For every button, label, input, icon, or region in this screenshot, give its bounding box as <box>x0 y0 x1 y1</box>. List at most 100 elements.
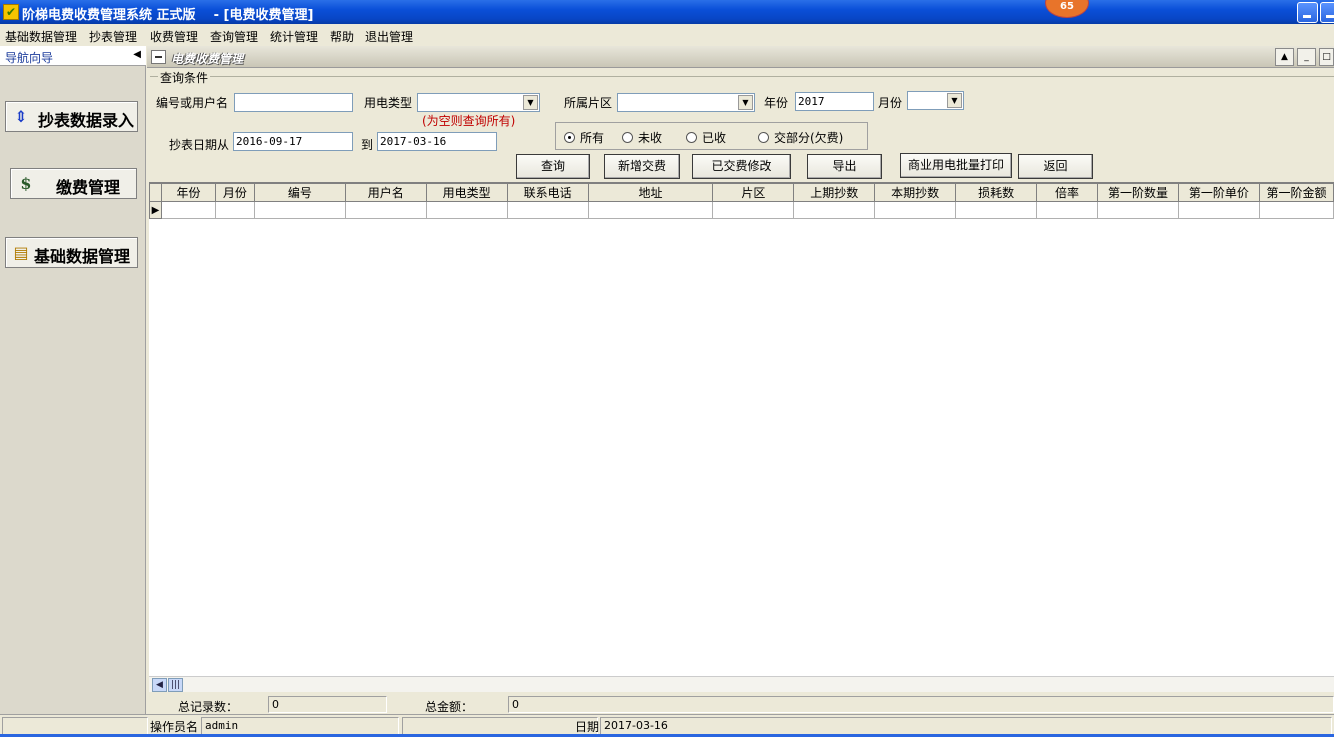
charge-data-grid[interactable]: 年份 月份 编号 用户名 用电类型 联系电话 地址 片区 上期抄数 本期抄数 损… <box>149 182 1334 678</box>
column-header[interactable]: 倍率 <box>1036 183 1098 202</box>
menu-exit[interactable]: 退出管理 <box>365 28 413 45</box>
grid-cell[interactable] <box>793 201 876 219</box>
radio-dot <box>758 132 769 143</box>
column-header[interactable]: 损耗数 <box>955 183 1038 202</box>
table-row[interactable]: ▶ <box>149 201 1334 219</box>
grid-cell[interactable] <box>587 201 714 219</box>
nav-item-label: 基础数据管理 <box>34 247 131 266</box>
menu-meter-reading[interactable]: 抄表管理 <box>89 28 137 45</box>
year-label: 年份 <box>764 96 789 110</box>
child-minimize-button[interactable]: _ <box>1297 48 1316 66</box>
horizontal-scrollbar[interactable]: ◀ ||| <box>149 676 1334 692</box>
status-cell-blank <box>2 717 148 735</box>
batch-print-button[interactable]: 商业用电批量打印 <box>900 153 1012 178</box>
column-header[interactable]: 联系电话 <box>506 183 589 202</box>
menu-statistics[interactable]: 统计管理 <box>270 28 318 45</box>
user-input[interactable] <box>234 93 353 112</box>
payment-status-radio-group: 所有 未收 已收 交部分(欠费) <box>555 122 868 150</box>
query-button[interactable]: 查询 <box>516 154 590 179</box>
column-header[interactable]: 年份 <box>160 183 216 202</box>
grid-cell[interactable] <box>1096 201 1179 219</box>
grid-cell[interactable] <box>160 201 216 219</box>
collapse-arrow-icon[interactable]: ◀ <box>133 49 141 60</box>
radio-all[interactable]: 所有 <box>564 129 604 146</box>
child-title-bar: 电费收费管理 ▲ _ □ <box>147 46 1334 68</box>
grid-cell[interactable] <box>506 201 589 219</box>
month-select[interactable]: ▼ <box>907 91 964 110</box>
column-header[interactable]: 第一阶金额 <box>1258 183 1334 202</box>
nav-meter-entry-button[interactable]: ⇕ 抄表数据录入 <box>5 101 138 132</box>
menu-help[interactable]: 帮助 <box>330 28 354 45</box>
grid-cell[interactable] <box>1036 201 1098 219</box>
chevron-down-icon[interactable]: ▼ <box>738 95 753 110</box>
notification-badge[interactable]: 65 <box>1045 0 1089 18</box>
menu-basic-data[interactable]: 基础数据管理 <box>5 28 77 45</box>
chevron-down-icon[interactable]: ▼ <box>523 95 538 110</box>
grid-header-row: 年份 月份 编号 用户名 用电类型 联系电话 地址 片区 上期抄数 本期抄数 损… <box>149 183 1334 202</box>
type-select[interactable]: ▼ <box>417 93 540 112</box>
column-header[interactable]: 片区 <box>712 183 795 202</box>
grid-cell[interactable] <box>1258 201 1334 219</box>
add-payment-button[interactable]: 新增交费 <box>604 154 680 179</box>
menu-bar: 基础数据管理 抄表管理 收费管理 查询管理 统计管理 帮助 退出管理 <box>0 24 1334 46</box>
column-header[interactable]: 第一阶单价 <box>1177 183 1260 202</box>
type-hint: (为空则查询所有) <box>422 114 516 128</box>
grid-cell[interactable] <box>425 201 508 219</box>
minimize-button[interactable] <box>1297 2 1318 23</box>
area-select[interactable]: ▼ <box>617 93 755 112</box>
menu-charge[interactable]: 收费管理 <box>150 28 198 45</box>
total-records-value: 0 <box>268 696 387 713</box>
restore-button[interactable]: ▲ <box>1275 48 1294 66</box>
edit-paid-button[interactable]: 已交费修改 <box>692 154 791 179</box>
export-button[interactable]: 导出 <box>807 154 882 179</box>
scroll-left-icon[interactable]: ◀ <box>152 678 167 692</box>
year-input[interactable]: 2017 <box>795 92 874 111</box>
column-header[interactable]: 地址 <box>587 183 714 202</box>
grid-cell[interactable] <box>214 201 255 219</box>
date-to-input[interactable]: 2017-03-16 <box>377 132 497 151</box>
status-cell-blank-2 <box>402 717 598 735</box>
column-header[interactable]: 用户名 <box>344 183 427 202</box>
column-header[interactable]: 第一阶数量 <box>1096 183 1179 202</box>
menu-query[interactable]: 查询管理 <box>210 28 258 45</box>
row-indicator-icon[interactable]: ▶ <box>149 201 162 219</box>
nav-panel: 导航向导 ◀ ⇕ 抄表数据录入 $ 缴费管理 ▤ 基础数据管理 <box>0 46 146 714</box>
grid-cell[interactable] <box>712 201 795 219</box>
charge-management-window: 电费收费管理 ▲ _ □ 查询条件 编号或用户名 用电类型 ▼ (为空则查询所有… <box>147 46 1334 714</box>
column-header[interactable]: 用电类型 <box>425 183 508 202</box>
radio-paid[interactable]: 已收 <box>686 129 726 146</box>
group-legend: 查询条件 <box>158 69 211 86</box>
date-from-label: 抄表日期从 <box>169 138 230 152</box>
area-label: 所属片区 <box>564 96 613 110</box>
maximize-button[interactable] <box>1320 2 1334 23</box>
radio-dot <box>564 132 575 143</box>
nav-header: 导航向导 ◀ <box>0 46 146 66</box>
radio-dot <box>686 132 697 143</box>
column-header[interactable]: 上期抄数 <box>793 183 876 202</box>
back-button[interactable]: 返回 <box>1018 154 1093 179</box>
data-folder-icon: ▤ <box>13 243 29 262</box>
grid-cell[interactable] <box>874 201 957 219</box>
date-from-input[interactable]: 2016-09-17 <box>233 132 353 151</box>
chevron-down-icon[interactable]: ▼ <box>947 93 962 108</box>
radio-partial[interactable]: 交部分(欠费) <box>758 129 843 146</box>
grid-cell[interactable] <box>344 201 427 219</box>
radio-label: 已收 <box>702 131 727 145</box>
window-menu-icon[interactable] <box>151 50 166 64</box>
column-header[interactable]: 编号 <box>253 183 346 202</box>
grid-cell[interactable] <box>253 201 346 219</box>
grid-cell[interactable] <box>1177 201 1260 219</box>
column-header[interactable]: 月份 <box>214 183 255 202</box>
date-value: 2017-03-16 <box>600 717 1332 735</box>
radio-unpaid[interactable]: 未收 <box>622 129 662 146</box>
grid-table: 年份 月份 编号 用户名 用电类型 联系电话 地址 片区 上期抄数 本期抄数 损… <box>149 183 1334 219</box>
scroll-thumb[interactable]: ||| <box>168 678 183 692</box>
date-label: 日期 <box>575 720 600 734</box>
month-label: 月份 <box>878 96 903 110</box>
column-header[interactable]: 本期抄数 <box>874 183 957 202</box>
nav-basic-data-button[interactable]: ▤ 基础数据管理 <box>5 237 138 268</box>
nav-payment-button[interactable]: $ 缴费管理 <box>10 168 137 199</box>
grid-cell[interactable] <box>955 201 1038 219</box>
app-icon: ✔ <box>3 4 19 20</box>
child-maximize-button[interactable]: □ <box>1319 48 1334 66</box>
